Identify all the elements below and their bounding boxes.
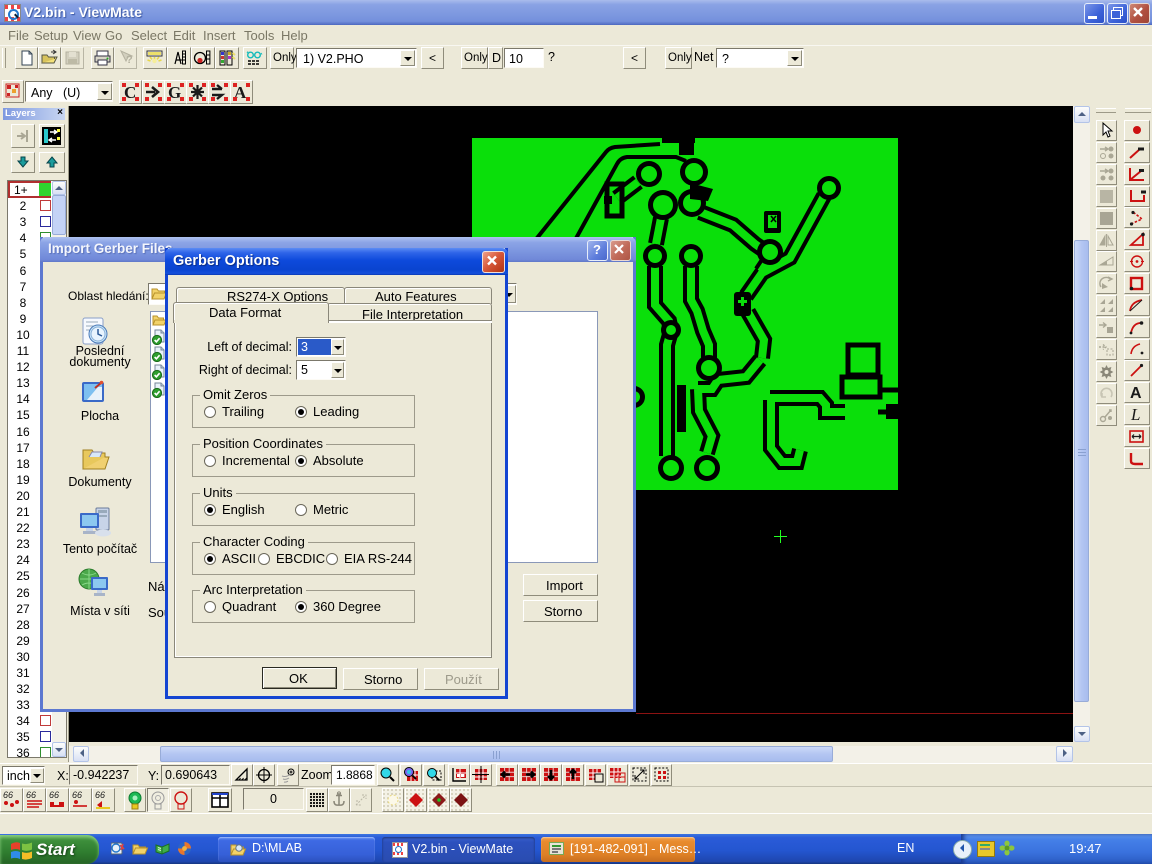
svg-text:66: 66 xyxy=(26,790,36,800)
svg-text:A: A xyxy=(1130,385,1142,402)
svg-text:?: ? xyxy=(126,54,133,66)
svg-text:L: L xyxy=(1130,405,1140,424)
svg-text:66: 66 xyxy=(72,790,82,800)
svg-text:66: 66 xyxy=(3,790,13,800)
svg-text:66: 66 xyxy=(49,790,59,800)
svg-text:66: 66 xyxy=(95,790,105,800)
